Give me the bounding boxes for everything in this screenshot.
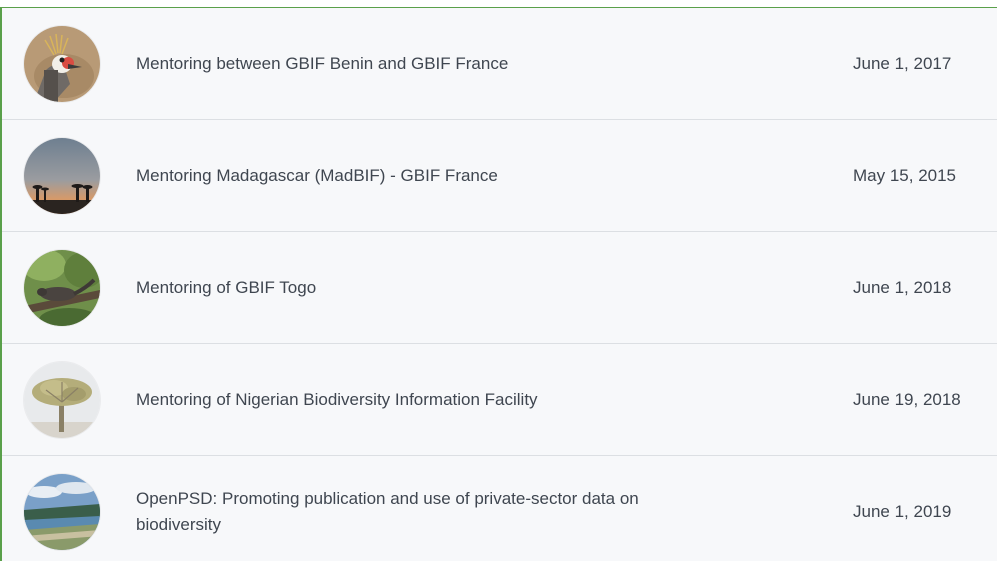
- project-list: Mentoring between GBIF Benin and GBIF Fr…: [0, 7, 997, 561]
- project-date: June 1, 2017: [853, 53, 952, 73]
- list-item[interactable]: OpenPSD: Promoting publication and use o…: [2, 456, 997, 561]
- project-title[interactable]: Mentoring Madagascar (MadBIF) - GBIF Fra…: [136, 163, 696, 189]
- project-title[interactable]: OpenPSD: Promoting publication and use o…: [136, 486, 696, 538]
- project-date: June 1, 2018: [853, 277, 952, 297]
- list-item[interactable]: Mentoring Madagascar (MadBIF) - GBIF Fra…: [2, 120, 997, 232]
- list-item[interactable]: Mentoring of GBIF Togo June 1, 2018: [2, 232, 997, 344]
- coastal-landscape-thumbnail[interactable]: [24, 474, 100, 550]
- project-title[interactable]: Mentoring of Nigerian Biodiversity Infor…: [136, 387, 696, 413]
- baobab-sunset-thumbnail[interactable]: [24, 138, 100, 214]
- squirrel-on-branch-thumbnail[interactable]: [24, 250, 100, 326]
- project-date: June 1, 2019: [853, 502, 952, 521]
- tree-thumbnail[interactable]: [24, 362, 100, 438]
- project-title[interactable]: Mentoring of GBIF Togo: [136, 275, 696, 301]
- crowned-crane-thumbnail[interactable]: [24, 26, 100, 102]
- project-title[interactable]: Mentoring between GBIF Benin and GBIF Fr…: [136, 51, 696, 77]
- project-date: May 15, 2015: [853, 165, 957, 185]
- project-date: June 19, 2018: [853, 389, 961, 409]
- list-item[interactable]: Mentoring of Nigerian Biodiversity Infor…: [2, 344, 997, 456]
- list-item[interactable]: Mentoring between GBIF Benin and GBIF Fr…: [2, 8, 997, 120]
